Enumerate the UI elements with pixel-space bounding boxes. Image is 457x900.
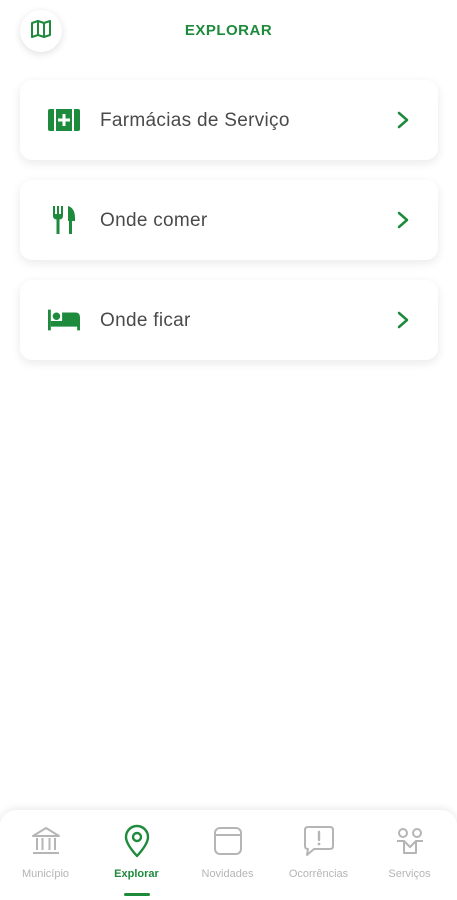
services-icon	[393, 824, 427, 858]
tab-explorar[interactable]: Explorar	[91, 810, 182, 900]
tab-label: Explorar	[114, 868, 159, 880]
explore-menu: Farmácias de Serviço Onde comer Onde fic…	[20, 80, 438, 380]
tab-label: Serviços	[388, 868, 431, 880]
menu-item-where-to-stay[interactable]: Onde ficar	[20, 280, 438, 360]
town-hall-icon	[29, 824, 63, 858]
bottom-tab-bar: Município Explorar Novidades Ocorrências…	[0, 810, 457, 900]
news-card-icon	[211, 824, 245, 858]
menu-item-label: Onde ficar	[100, 310, 191, 331]
menu-item-label: Onde comer	[100, 210, 208, 231]
tab-ocorrencias[interactable]: Ocorrências	[273, 810, 364, 900]
chevron-right-icon	[396, 210, 410, 230]
tab-novidades[interactable]: Novidades	[182, 810, 273, 900]
chevron-right-icon	[396, 110, 410, 130]
chevron-right-icon	[396, 310, 410, 330]
menu-item-label: Farmácias de Serviço	[100, 110, 290, 131]
fork-knife-icon	[48, 206, 80, 234]
location-pin-icon	[120, 824, 154, 858]
alert-speech-icon	[302, 824, 336, 858]
tab-label: Município	[21, 868, 70, 880]
menu-item-where-to-eat[interactable]: Onde comer	[20, 180, 438, 260]
active-tab-indicator	[123, 893, 150, 896]
tab-label: Ocorrências	[288, 868, 349, 880]
page-title: EXPLORAR	[184, 22, 273, 39]
tab-servicos[interactable]: Serviços	[364, 810, 455, 900]
header: EXPLORAR	[0, 0, 457, 64]
menu-item-pharmacies[interactable]: Farmácias de Serviço	[20, 80, 438, 160]
tab-label: Novidades	[201, 868, 254, 880]
bed-icon	[48, 306, 80, 334]
tab-municipio[interactable]: Município	[0, 810, 91, 900]
pharmacy-icon	[48, 106, 80, 134]
